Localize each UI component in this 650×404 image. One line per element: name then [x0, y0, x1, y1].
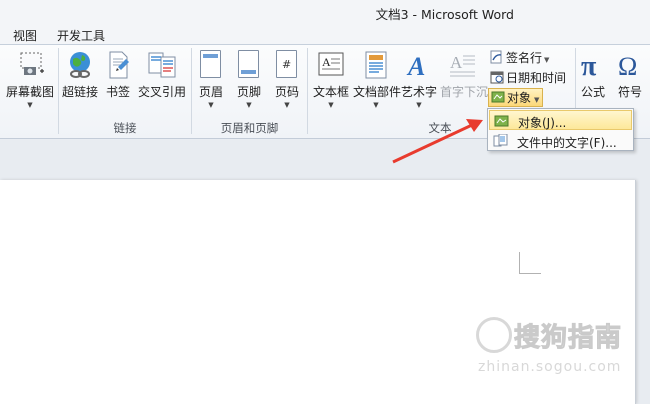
watermark-url: zhinan.sogou.com: [478, 359, 622, 375]
watermark-brand: 搜狗指南: [513, 323, 623, 354]
sogou-logo-icon: [476, 317, 512, 353]
watermark: 搜狗指南 zhinan.sogou.com: [470, 313, 650, 393]
